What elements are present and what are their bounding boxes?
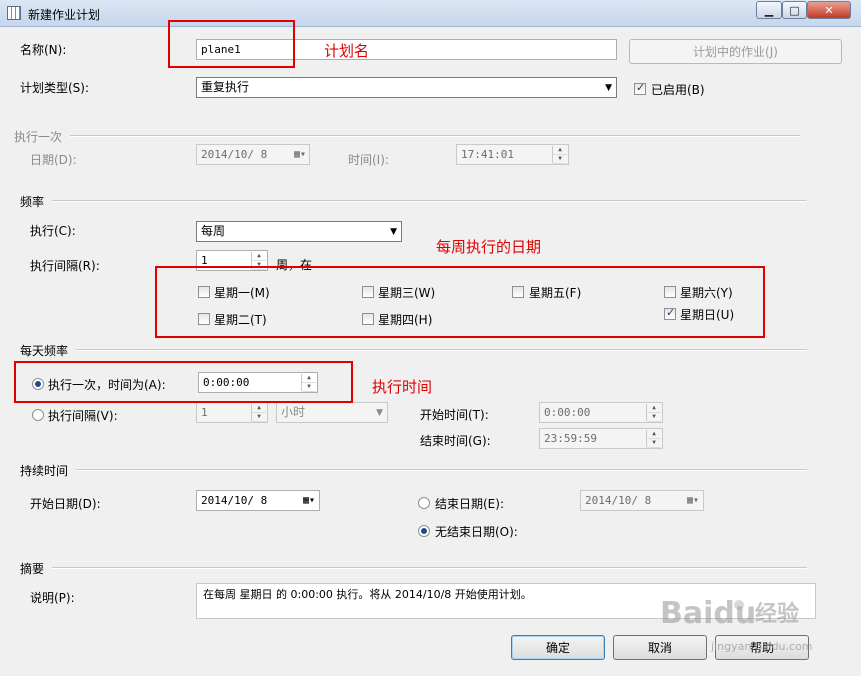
calendar-icon: ▦▾ [686, 495, 699, 506]
daily-interval-label: 执行间隔(V): [48, 409, 118, 423]
summary-divider [52, 567, 807, 569]
summary-group-title: 摘要 [20, 562, 45, 576]
daily-start-value: 0:00:00 [544, 406, 591, 419]
daily-interval-input: 1 ▲ ▼ [196, 402, 268, 423]
once-group-title: 执行一次 [14, 130, 63, 144]
duration-start-label: 开始日期(D): [30, 497, 101, 511]
close-button[interactable]: ✕ [807, 1, 851, 19]
minimize-button[interactable]: ▁ [756, 1, 782, 19]
annotation-exec-time: 执行时间 [372, 378, 433, 396]
duration-end-radio[interactable] [418, 497, 430, 509]
duration-end-label: 结束日期(E): [435, 497, 504, 511]
duration-end-input: 2014/10/ 8 ▦▾ [580, 490, 704, 511]
spinner-icon: ▲ ▼ [646, 404, 661, 422]
frequency-group-title: 频率 [20, 195, 45, 209]
daily-interval-radio[interactable] [32, 409, 44, 421]
name-label: 名称(N): [20, 43, 67, 57]
calendar-icon[interactable]: ▦▾ [303, 493, 315, 508]
duration-start-value: 2014/10/ 8 [201, 494, 268, 507]
plan-type-label: 计划类型(S): [20, 81, 90, 95]
jobs-in-plan-button[interactable]: 计划中的作业(J) [629, 39, 842, 64]
duration-group-title: 持续时间 [20, 464, 69, 478]
frequency-execute-value: 每周 [201, 224, 226, 238]
annotation-box-plan-name [168, 20, 295, 68]
enabled-label: 已启用(B) [651, 83, 705, 97]
daily-interval-value: 1 [201, 406, 208, 419]
once-divider [70, 135, 800, 137]
daily-end-value: 23:59:59 [544, 432, 597, 445]
once-date-value: 2014/10/ 8 [201, 148, 268, 161]
enabled-checkbox[interactable] [634, 81, 646, 95]
once-date-label: 日期(D): [30, 153, 77, 167]
daily-start-label: 开始时间(T): [420, 408, 489, 422]
daily-start-input: 0:00:00 ▲ ▼ [539, 402, 663, 423]
duration-start-input[interactable]: 2014/10/ 8 ▦▾ [196, 490, 320, 511]
title-bar[interactable] [0, 0, 861, 27]
spinner-icon: ▲ ▼ [552, 146, 567, 164]
ok-button[interactable]: 确定 [511, 635, 605, 660]
annotation-weekly-days: 每周执行的日期 [436, 238, 542, 256]
watermark-url: jingyan.baidu.com [711, 640, 813, 653]
once-date-input: 2014/10/ 8 ▦▾ [196, 144, 310, 165]
window-title: 新建作业计划 [28, 8, 101, 22]
once-time-value: 17:41:01 [461, 148, 514, 161]
chevron-down-icon: ▼ [390, 227, 397, 237]
plan-type-value: 重复执行 [201, 80, 250, 94]
chevron-down-icon: ▼ [605, 83, 612, 93]
app-icon [7, 6, 21, 20]
duration-no-end-label: 无结束日期(O): [435, 525, 518, 539]
daily-divider [77, 349, 807, 351]
duration-divider [77, 469, 807, 471]
paw-logo-icon [734, 600, 744, 610]
annotation-plan-name: 计划名 [324, 42, 370, 60]
daily-interval-unit-select: 小时 ▼ [276, 402, 388, 423]
spinner-icon: ▲ ▼ [251, 404, 266, 422]
watermark-cn: 经验 [755, 602, 800, 627]
daily-end-input: 23:59:59 ▲ ▼ [539, 428, 663, 449]
frequency-divider [52, 200, 807, 202]
duration-end-value: 2014/10/ 8 [585, 494, 652, 507]
chevron-down-icon: ▼ [376, 408, 383, 418]
annotation-box-exec-time [14, 361, 353, 403]
frequency-interval-label: 执行间隔(R): [30, 259, 100, 273]
frequency-execute-select[interactable]: 每周 ▼ [196, 221, 402, 242]
daily-group-title: 每天频率 [20, 344, 69, 358]
summary-desc-label: 说明(P): [30, 591, 75, 605]
maximize-button[interactable]: □ [782, 1, 807, 19]
once-time-input: 17:41:01 ▲ ▼ [456, 144, 569, 165]
spinner-icon: ▲ ▼ [646, 430, 661, 448]
cancel-button[interactable]: 取消 [613, 635, 707, 660]
frequency-execute-label: 执行(C): [30, 224, 76, 238]
duration-no-end-radio[interactable] [418, 525, 430, 537]
annotation-box-weekly-days [155, 266, 765, 338]
daily-end-label: 结束时间(G): [420, 434, 491, 448]
calendar-icon: ▦▾ [293, 149, 306, 160]
once-time-label: 时间(I): [348, 153, 389, 167]
daily-interval-unit-value: 小时 [281, 405, 306, 419]
plan-type-select[interactable]: 重复执行 ▼ [196, 77, 617, 98]
